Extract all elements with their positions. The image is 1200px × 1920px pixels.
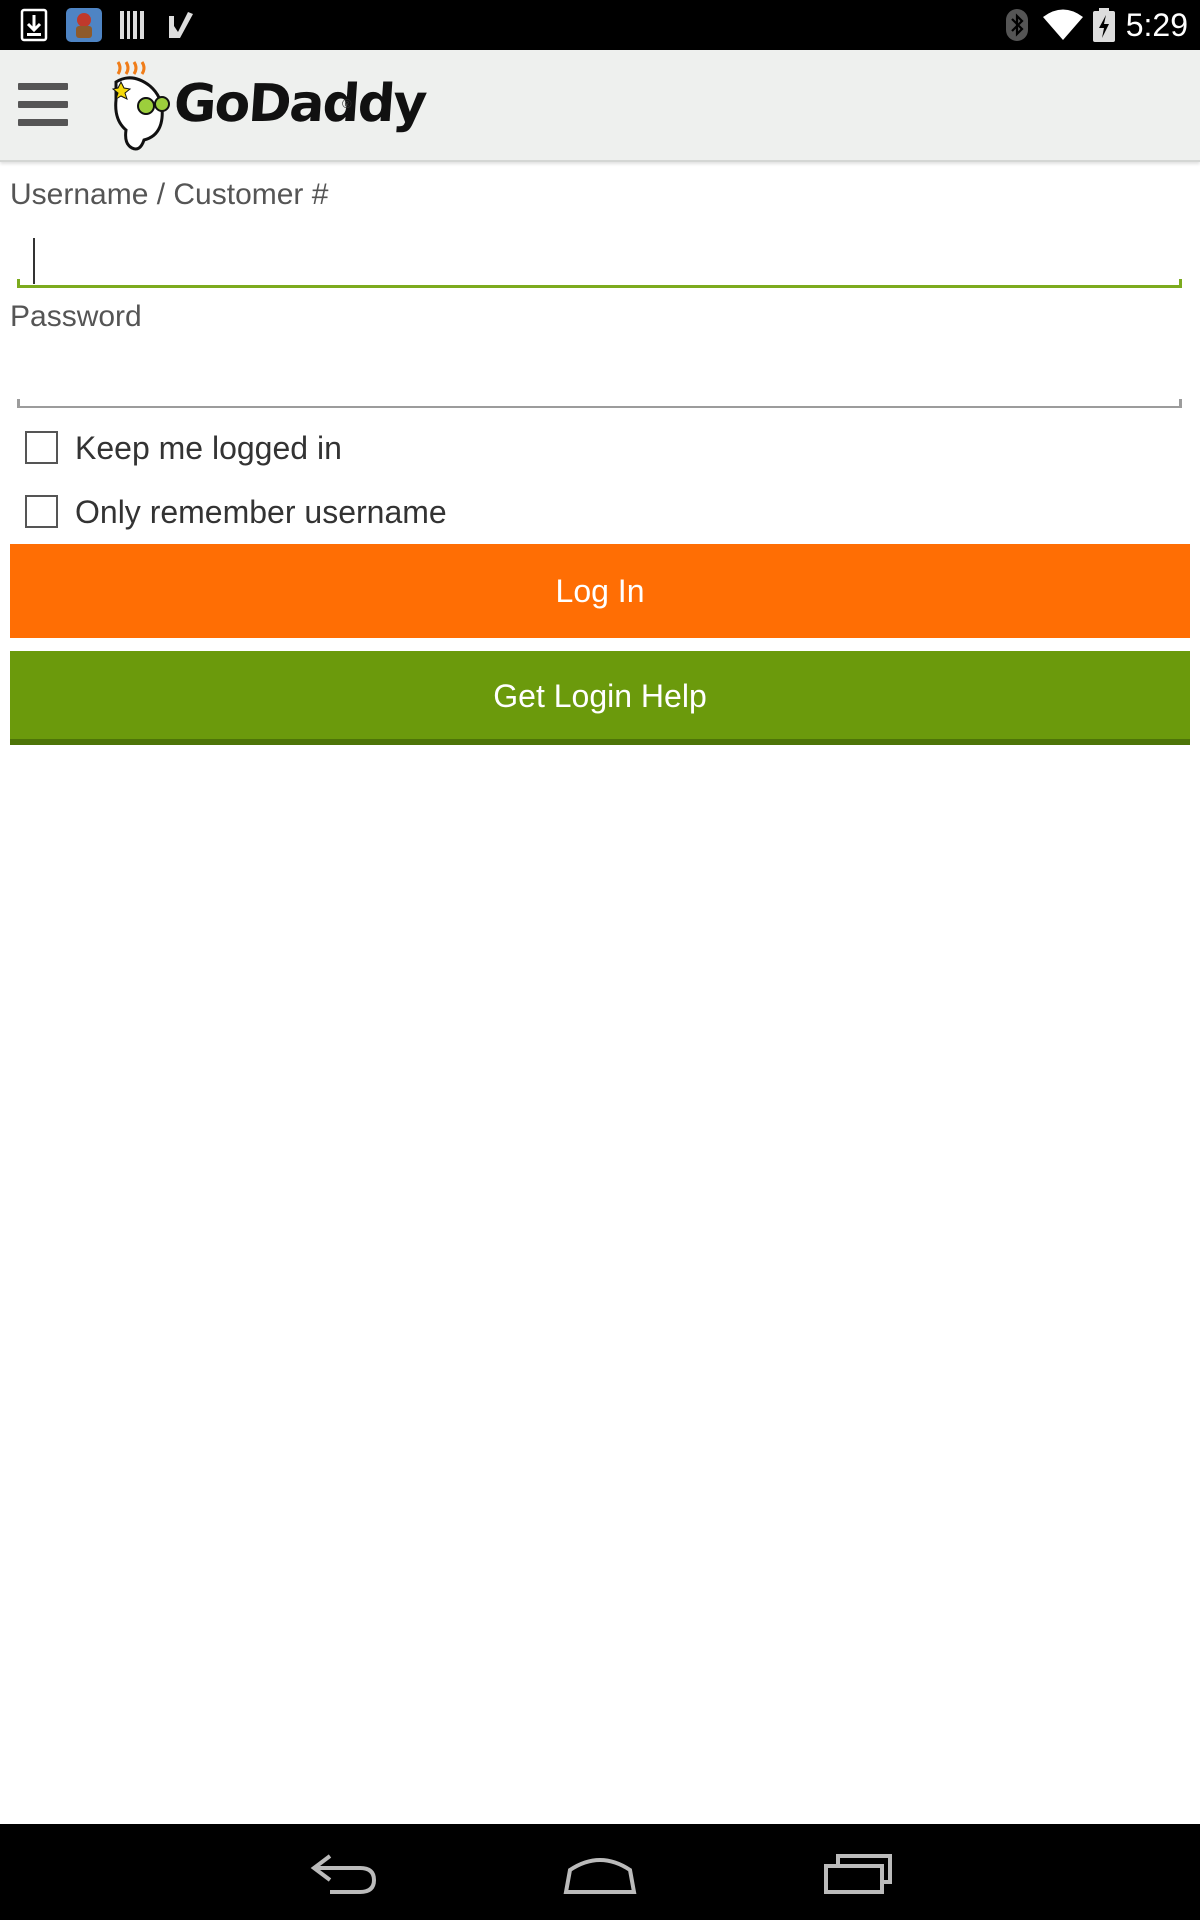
logo-text: GoDaddy	[171, 74, 428, 134]
barcode-icon	[120, 11, 144, 39]
back-icon[interactable]	[308, 1842, 380, 1902]
get-login-help-button[interactable]: Get Login Help	[10, 651, 1190, 745]
clock: 5:29	[1125, 7, 1188, 43]
text-caret	[33, 238, 35, 284]
log-in-button[interactable]: Log In	[10, 544, 1190, 638]
app-bar: GoDaddy ®	[0, 50, 1200, 162]
password-input[interactable]	[17, 346, 1182, 408]
home-icon[interactable]	[562, 1842, 638, 1902]
remember-username-checkbox[interactable]	[25, 495, 58, 528]
wifi-icon	[1043, 9, 1083, 40]
recents-icon[interactable]	[822, 1842, 894, 1902]
username-input[interactable]	[17, 226, 1182, 288]
system-nav-bar	[0, 1824, 1200, 1920]
bluetooth-icon	[1006, 9, 1028, 41]
status-bar: 5:29	[0, 0, 1200, 50]
app-notification-icon	[66, 8, 102, 42]
godaddy-mascot-icon	[111, 61, 170, 151]
username-label: Username / Customer #	[10, 178, 329, 211]
login-screen: 5:29 GoDaddy ® Username / Customer # Pas…	[0, 0, 1200, 1920]
registered-mark: ®	[342, 96, 352, 111]
download-icon	[20, 8, 48, 42]
battery-icon	[1093, 8, 1115, 42]
check-icon	[169, 12, 193, 38]
remember-username-label: Only remember username	[75, 494, 447, 530]
keep-logged-in-label: Keep me logged in	[75, 430, 342, 466]
password-label: Password	[10, 300, 142, 333]
godaddy-logo: GoDaddy ®	[110, 60, 427, 152]
keep-logged-in-checkbox[interactable]	[25, 431, 58, 464]
hamburger-menu-icon[interactable]	[18, 83, 68, 127]
